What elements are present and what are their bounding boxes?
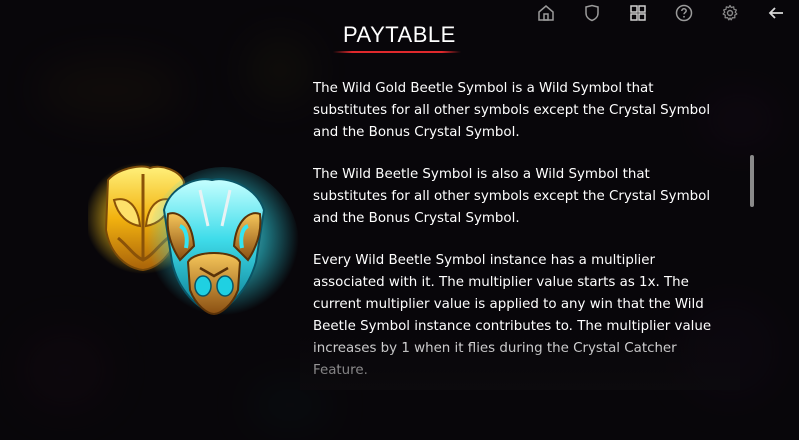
wild-beetle-symbols-image xyxy=(85,150,308,330)
help-icon xyxy=(675,4,693,22)
title-underline xyxy=(333,51,461,53)
help-button[interactable] xyxy=(661,0,707,26)
home-icon xyxy=(538,5,554,21)
responsible-gaming-button[interactable] xyxy=(569,0,615,26)
paragraph-wild-gold-beetle: The Wild Gold Beetle Symbol is a Wild Sy… xyxy=(313,81,711,140)
paytable-button[interactable] xyxy=(615,0,661,26)
gear-icon xyxy=(722,4,738,21)
paytable-text: The Wild Gold Beetle Symbol is a Wild Sy… xyxy=(313,78,723,382)
paragraph-wild-beetle: The Wild Beetle Symbol is also a Wild Sy… xyxy=(313,167,711,226)
settings-button[interactable] xyxy=(707,0,753,26)
scrollbar-thumb[interactable] xyxy=(750,155,754,207)
home-button[interactable] xyxy=(523,0,569,26)
top-toolbar xyxy=(523,0,799,26)
paragraph-multiplier: Every Wild Beetle Symbol instance has a … xyxy=(313,253,712,378)
back-arrow-icon xyxy=(768,7,783,19)
back-button[interactable] xyxy=(753,0,799,26)
shield-icon xyxy=(585,4,599,22)
page-title: PAYTABLE xyxy=(343,22,456,47)
grid-icon xyxy=(630,5,646,21)
